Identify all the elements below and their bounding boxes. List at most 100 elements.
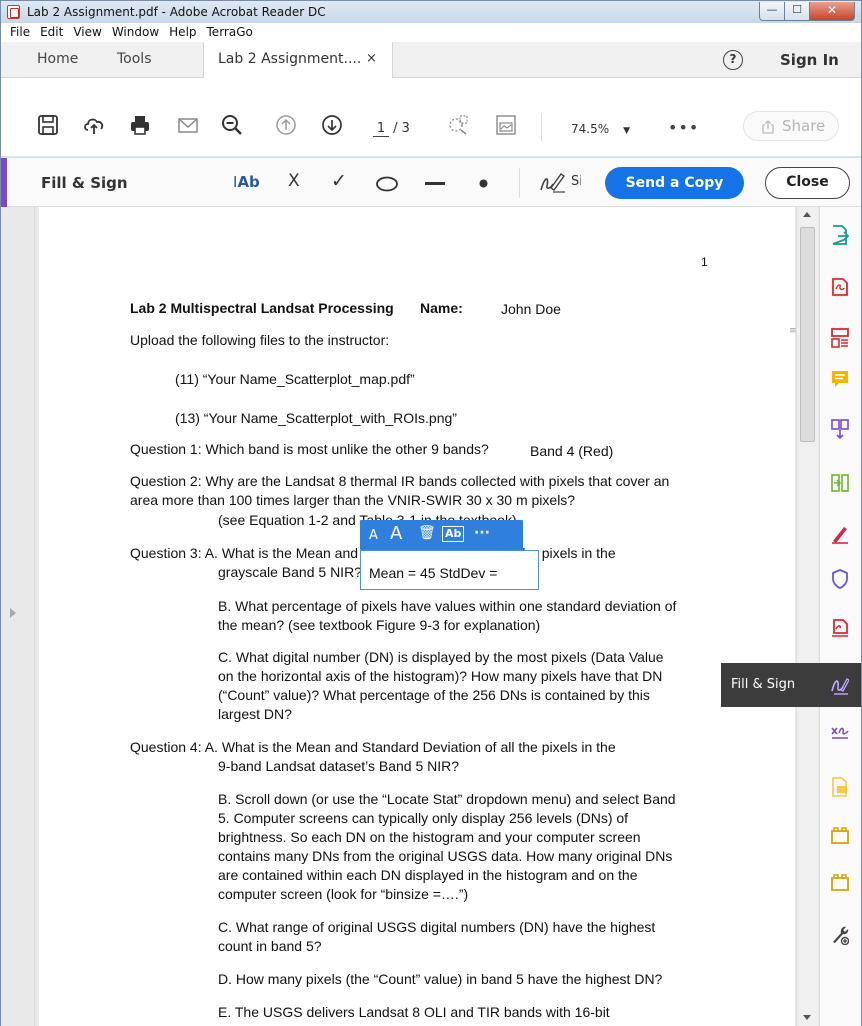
dot-tool-icon[interactable] bbox=[479, 179, 488, 188]
add-text-label: Ab bbox=[237, 173, 260, 191]
increase-font-button[interactable]: A bbox=[390, 523, 402, 544]
signature-pen-icon bbox=[540, 173, 565, 193]
menu-edit[interactable]: Edit bbox=[35, 23, 68, 42]
left-panel-strip bbox=[1, 207, 35, 1026]
minimize-button[interactable]: — bbox=[759, 2, 785, 21]
menu-help[interactable]: Help bbox=[164, 23, 201, 42]
page-down-icon[interactable] bbox=[321, 114, 343, 136]
tab-home[interactable]: Home bbox=[37, 42, 78, 78]
line-tool-icon[interactable] bbox=[425, 182, 445, 186]
pdf-icon[interactable] bbox=[831, 619, 849, 639]
export-pdf-icon[interactable] bbox=[831, 225, 849, 245]
doc-line: brightness. So each DN on the histogram … bbox=[218, 829, 641, 845]
comment-icon[interactable] bbox=[831, 369, 849, 389]
close-fill-sign-button[interactable]: Close bbox=[765, 167, 850, 199]
folder-icon[interactable] bbox=[831, 873, 849, 893]
doc-line: (11) “Your Name_Scatterplot_map.pdf” bbox=[175, 371, 415, 387]
select-icon[interactable] bbox=[447, 114, 469, 136]
answer-q1: Band 4 (Red) bbox=[530, 443, 614, 459]
menu-view[interactable]: View bbox=[68, 23, 106, 42]
compress-icon[interactable] bbox=[831, 473, 849, 493]
acrobat-app-icon bbox=[7, 5, 20, 19]
chevron-down-icon: ▼ bbox=[623, 126, 631, 136]
send-a-copy-button[interactable]: Send a Copy bbox=[605, 167, 744, 199]
create-pdf-icon[interactable] bbox=[831, 277, 849, 297]
sign-icon[interactable] bbox=[831, 723, 849, 743]
vertical-scrollbar[interactable] bbox=[796, 207, 818, 1026]
text-field-value: Mean = 45 StdDev = bbox=[369, 565, 498, 581]
more-tools-icon[interactable]: ••• bbox=[668, 118, 699, 137]
doc-line: grayscale Band 5 NIR? bbox=[218, 564, 362, 580]
page-navigator[interactable]: 1 / 3 bbox=[373, 121, 410, 137]
share-icon bbox=[762, 120, 774, 134]
organize-pages-icon[interactable] bbox=[831, 328, 849, 348]
add-text-tool[interactable]: IAb bbox=[233, 173, 260, 191]
circle-tool-icon[interactable] bbox=[375, 176, 399, 192]
tab-document-label: Lab 2 Assignment.... bbox=[218, 51, 362, 67]
text-field-input[interactable]: Mean = 45 StdDev = bbox=[360, 550, 539, 590]
sign-label: Sig bbox=[571, 174, 581, 189]
page-total: / 3 bbox=[393, 121, 410, 136]
email-icon[interactable] bbox=[177, 114, 199, 136]
scroll-up-icon[interactable] bbox=[803, 212, 811, 217]
print-icon[interactable] bbox=[129, 114, 151, 136]
send-file-icon[interactable] bbox=[831, 777, 849, 797]
thumbnails-icon[interactable] bbox=[495, 114, 517, 136]
checkmark-tool[interactable]: ✓ bbox=[331, 170, 347, 192]
doc-line: (“Count” value)? What percentage of the … bbox=[218, 687, 650, 703]
app-window: Lab 2 Assignment.pdf - Adobe Acrobat Rea… bbox=[0, 0, 862, 1026]
zoom-value: 74.5% bbox=[571, 122, 610, 136]
panel-grip-icon[interactable]: ≡ bbox=[789, 326, 797, 336]
fill-sign-pen-icon[interactable] bbox=[831, 524, 849, 544]
share-button[interactable]: Share bbox=[743, 111, 839, 141]
cross-mark-tool[interactable]: X bbox=[288, 171, 300, 191]
doc-line: area more than 100 times larger than the… bbox=[130, 492, 576, 508]
doc-line: B. What percentage of pixels have values… bbox=[218, 598, 677, 614]
doc-line: computer screen (look for “binsize =….”) bbox=[218, 886, 469, 902]
combine-files-icon[interactable] bbox=[831, 419, 849, 439]
upload-icon[interactable] bbox=[83, 114, 105, 136]
save-icon[interactable] bbox=[37, 114, 59, 136]
scrollbar-thumb[interactable] bbox=[800, 227, 815, 442]
tools-icon[interactable] bbox=[831, 925, 849, 945]
zoom-dropdown[interactable]: 74.5% ▼ bbox=[571, 122, 630, 136]
doc-line: E. The USGS delivers Landsat 8 OLI and T… bbox=[218, 1004, 610, 1020]
doc-line: 5. Computer screens can typically only d… bbox=[218, 810, 629, 826]
sign-in-button[interactable]: Sign In bbox=[780, 51, 839, 69]
expand-left-panel-icon[interactable] bbox=[10, 608, 16, 618]
doc-heading: Lab 2 Multispectral Landsat Processing bbox=[130, 300, 394, 316]
scroll-down-icon[interactable] bbox=[803, 1015, 811, 1020]
doc-line: Question 2: Why are the Landsat 8 therma… bbox=[130, 473, 670, 489]
doc-line: (13) “Your Name_Scatterplot_with_ROIs.pn… bbox=[175, 410, 457, 426]
doc-line: largest DN? bbox=[218, 706, 292, 722]
doc-line: on the horizontal axis of the histogram)… bbox=[218, 668, 663, 684]
doc-line: Question 1: Which band is most unlike th… bbox=[130, 441, 489, 457]
fill-sign-title: Fill & Sign bbox=[41, 174, 128, 192]
page-number: 1 bbox=[701, 255, 708, 269]
name-label: Name: bbox=[420, 300, 463, 316]
tab-tools[interactable]: Tools bbox=[117, 42, 152, 78]
sign-tool[interactable]: Sig bbox=[539, 170, 581, 199]
fill-sign-icon[interactable] bbox=[831, 675, 849, 695]
protect-icon[interactable] bbox=[831, 569, 849, 589]
folder-icon[interactable] bbox=[831, 826, 849, 846]
menu-terrago[interactable]: TerraGo bbox=[202, 23, 258, 42]
window-close-button[interactable]: ✕ bbox=[809, 2, 855, 21]
trash-icon[interactable]: 🗑 bbox=[418, 525, 436, 541]
decrease-font-button[interactable]: A bbox=[369, 528, 378, 543]
help-icon[interactable]: ? bbox=[723, 50, 743, 70]
current-page-input[interactable]: 1 bbox=[373, 121, 389, 137]
maximize-button[interactable]: ☐ bbox=[784, 2, 810, 21]
field-type-icon[interactable]: Ab bbox=[442, 526, 465, 542]
doc-line: D. How many pixels (the “Count” value) i… bbox=[218, 971, 663, 987]
menu-window[interactable]: Window bbox=[107, 23, 164, 42]
zoom-out-icon[interactable] bbox=[221, 114, 243, 136]
more-options-icon[interactable]: ··· bbox=[474, 525, 490, 541]
menu-file[interactable]: File bbox=[5, 23, 35, 42]
tab-close-icon[interactable]: × bbox=[366, 51, 377, 66]
title-bar: Lab 2 Assignment.pdf - Adobe Acrobat Rea… bbox=[1, 1, 861, 23]
fill-sign-accent bbox=[1, 158, 7, 208]
page-up-icon[interactable] bbox=[275, 114, 297, 136]
doc-line: are contained within each DN displayed i… bbox=[218, 867, 638, 883]
tab-document[interactable]: Lab 2 Assignment.... × bbox=[203, 42, 393, 79]
